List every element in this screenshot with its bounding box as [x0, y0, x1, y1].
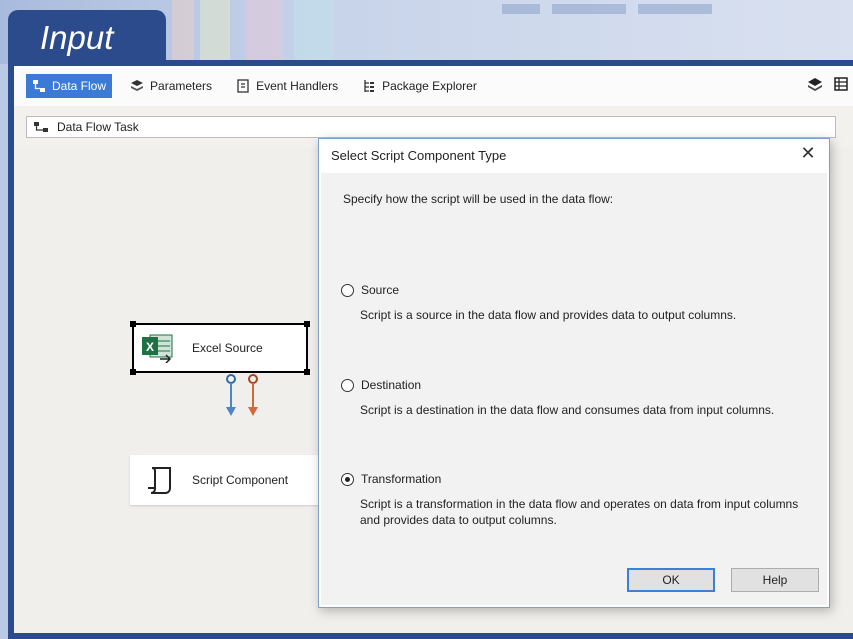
option-transformation: Transformation Script is a transformatio… [341, 472, 820, 528]
radio-button[interactable] [341, 378, 354, 392]
event-handlers-icon [237, 79, 249, 93]
dialog-body: Specify how the script will be used in t… [321, 173, 827, 605]
grid-icon[interactable] [833, 76, 849, 92]
output-paths [226, 374, 258, 416]
data-flow-icon [33, 80, 45, 92]
option-description: Script is a destination in the data flow… [360, 403, 775, 417]
package-explorer-icon [364, 80, 375, 92]
data-flow-task-icon [34, 122, 48, 132]
svg-text:X: X [146, 340, 154, 354]
decor-stripe [200, 0, 230, 64]
ok-button[interactable]: OK [627, 568, 715, 592]
excel-source-label: Excel Source [192, 341, 263, 355]
designer-toolbar: Data Flow Parameters Event Handlers Pack… [14, 66, 853, 106]
select-script-component-type-dialog: Select Script Component Type ✕ Specify h… [318, 138, 830, 608]
radio-button[interactable] [341, 283, 354, 297]
layers-icon[interactable] [807, 76, 823, 92]
task-selector[interactable]: Data Flow Task [26, 116, 836, 138]
tab-label: Event Handlers [256, 79, 339, 93]
resize-handle[interactable] [304, 369, 310, 375]
radio-source[interactable]: Source [341, 283, 820, 297]
excel-icon: X [142, 334, 173, 363]
option-source: Source Script is a source in the data fl… [341, 283, 820, 323]
script-component-icon [148, 467, 171, 494]
dialog-instruction: Specify how the script will be used in t… [343, 192, 614, 206]
decor-chip [552, 4, 626, 14]
tab-event-handlers[interactable]: Event Handlers [230, 74, 344, 98]
radio-button-selected[interactable] [341, 472, 354, 486]
tab-parameters[interactable]: Parameters [124, 74, 218, 98]
excel-source-node[interactable]: X Excel Source [130, 321, 310, 375]
option-description: Script is a transformation in the data f… [360, 497, 799, 527]
help-button[interactable]: Help [731, 568, 819, 592]
close-icon[interactable]: ✕ [797, 143, 819, 164]
decor-chip [502, 4, 540, 14]
tab-label: Package Explorer [382, 79, 477, 93]
toolbar-right-icons [807, 76, 849, 92]
option-label: Destination [361, 378, 422, 392]
tab-package-explorer[interactable]: Package Explorer [356, 74, 483, 98]
tab-label: Parameters [150, 79, 213, 93]
option-label: Source [361, 283, 400, 297]
decor-stripe [246, 0, 282, 64]
option-label: Transformation [361, 472, 442, 486]
task-selector-value: Data Flow Task [57, 120, 139, 134]
resize-handle[interactable] [130, 369, 136, 375]
option-description: Script is a source in the data flow and … [360, 308, 737, 322]
dialog-title: Select Script Component Type [331, 148, 507, 163]
tab-label: Data Flow [52, 79, 107, 93]
decor-chip [638, 4, 712, 14]
decor-stripe [172, 0, 194, 64]
script-component-node[interactable]: Script Component [130, 455, 330, 505]
resize-handle[interactable] [130, 321, 136, 327]
radio-transformation[interactable]: Transformation [341, 472, 820, 486]
resize-handle[interactable] [304, 321, 310, 327]
radio-destination[interactable]: Destination [341, 378, 820, 392]
option-destination: Destination Script is a destination in t… [341, 378, 820, 418]
decor-stripe [294, 0, 334, 64]
parameters-icon [131, 80, 144, 91]
input-banner: Input [8, 10, 166, 66]
script-component-label: Script Component [192, 473, 289, 487]
tab-data-flow[interactable]: Data Flow [26, 74, 113, 98]
